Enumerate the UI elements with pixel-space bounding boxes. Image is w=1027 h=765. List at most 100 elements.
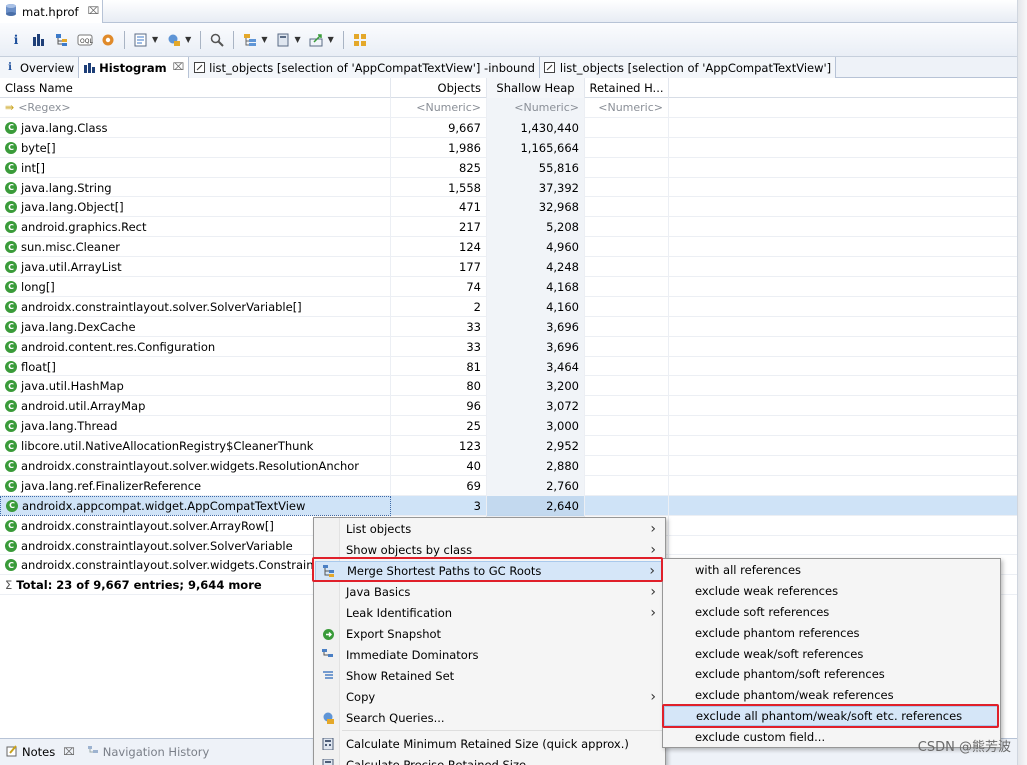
submenu-item-exclude-all-phantom-weak-soft-etc-references[interactable]: exclude all phantom/weak/soft etc. refer…	[664, 705, 999, 727]
calculator-icon[interactable]	[273, 30, 293, 50]
filter-row: ⇛ <Regex> <Numeric> <Numeric> <Numeric>	[0, 98, 1017, 118]
search-icon[interactable]	[207, 30, 227, 50]
menu-item-leak-identification[interactable]: Leak Identification ›	[315, 603, 664, 624]
table-row[interactable]: Cint[] 825 55,816	[0, 157, 1017, 178]
shallow-heap-cell-text: 4,168	[546, 279, 579, 294]
column-header-shallow-heap[interactable]: Shallow Heap	[487, 78, 585, 98]
table-row[interactable]: Cjava.lang.Thread 25 3,000	[0, 416, 1017, 437]
table-row[interactable]: Cbyte[] 1,986 1,165,664	[0, 137, 1017, 158]
table-row[interactable]: Cjava.lang.Class 9,667 1,430,440	[0, 117, 1017, 138]
svg-text:OQL: OQL	[80, 38, 93, 45]
menu-item-show-objects-by-class[interactable]: Show objects by class ›	[315, 540, 664, 561]
table-row[interactable]: Candroid.graphics.Rect 217 5,208	[0, 217, 1017, 238]
dominator-tree-icon[interactable]	[52, 30, 72, 50]
menu-item-list-objects[interactable]: List objects ›	[315, 519, 664, 540]
row-filler	[669, 237, 1017, 257]
heap-dump-overview-icon[interactable]	[98, 30, 118, 50]
column-header-class-name[interactable]: Class Name	[0, 78, 391, 98]
table-row[interactable]: Candroid.content.res.Configuration 33 3,69…	[0, 336, 1017, 357]
table-row[interactable]: Candroidx.constraintlayout.solver.Solver…	[0, 296, 1017, 317]
compare-icon[interactable]	[350, 30, 370, 50]
column-header-objects[interactable]: Objects	[391, 78, 487, 98]
submenu-item-exclude-weak-references[interactable]: exclude weak references	[664, 581, 999, 602]
class-name-cell-text: java.lang.Object[]	[21, 200, 124, 215]
menu-item-calculate-minimum-retained-size-quick-approx[interactable]: Calculate Minimum Retained Size (quick a…	[315, 734, 664, 755]
tab-histogram[interactable]: Histogram ⌧	[79, 57, 190, 78]
submenu-item-exclude-soft-references[interactable]: exclude soft references	[664, 602, 999, 623]
table-row[interactable]: Clong[] 74 4,168	[0, 277, 1017, 297]
table-row[interactable]: Clibcore.util.NativeAllocationRegistry$C…	[0, 436, 1017, 457]
objects-cell: 177	[391, 257, 487, 278]
shallow-filter-input[interactable]: <Numeric>	[487, 98, 585, 118]
editor-tab-mat-hprof[interactable]: mat.hprof ⌧	[0, 0, 103, 23]
tab-list-objects[interactable]: list_objects [selection of 'AppCompatTex…	[539, 57, 837, 78]
class-name-cell: Candroid.graphics.Rect	[0, 217, 391, 238]
close-icon[interactable]: ⌧	[88, 6, 100, 17]
submenu-item-exclude-phantom-soft-references[interactable]: exclude phantom/soft references	[664, 664, 999, 685]
retained-filter-input[interactable]: <Numeric>	[585, 98, 669, 118]
table-row[interactable]: Cjava.util.HashMap 80 3,200	[0, 376, 1017, 397]
objects-filter-input[interactable]: <Numeric>	[391, 98, 487, 118]
table-row[interactable]: Cjava.lang.Object[] 471 32,968	[0, 197, 1017, 218]
submenu-item-exclude-phantom-references[interactable]: exclude phantom references	[664, 622, 999, 643]
retained-heap-cell	[585, 177, 669, 198]
overview-info-icon[interactable]: i	[6, 30, 26, 50]
tab-navigation-history[interactable]: Navigation History	[81, 740, 216, 764]
chevron-down-icon[interactable]: ▼	[152, 35, 158, 44]
menu-item-merge-shortest-paths-to-gc-roots[interactable]: Merge Shortest Paths to GC Roots ›	[315, 561, 664, 582]
histogram-icon[interactable]	[29, 30, 49, 50]
shallow-heap-cell-text: 1,430,440	[520, 120, 579, 135]
shallow-heap-cell: 4,160	[487, 296, 585, 317]
shallow-heap-cell: 2,952	[487, 436, 585, 457]
chevron-down-icon[interactable]: ▼	[261, 35, 267, 44]
shallow-heap-cell-text: 5,208	[546, 220, 579, 235]
shallow-heap-cell-text: 3,464	[546, 359, 579, 374]
table-row[interactable]: Candroid.util.ArrayMap 96 3,072	[0, 396, 1017, 417]
submenu-item-exclude-weak-soft-references[interactable]: exclude weak/soft references	[664, 643, 999, 664]
toolbar-separator	[342, 30, 344, 49]
table-row[interactable]: Candroidx.appcompat.widget.AppCompatText…	[0, 495, 1017, 516]
table-row[interactable]: Cjava.util.ArrayList 177 4,248	[0, 257, 1017, 278]
menu-item-export-snapshot[interactable]: Export Snapshot	[315, 624, 664, 645]
chevron-down-icon[interactable]: ▼	[328, 35, 334, 44]
objects-cell-text: 9,667	[448, 120, 481, 135]
menu-item-immediate-dominators[interactable]: Immediate Dominators	[315, 645, 664, 666]
row-filler	[669, 376, 1017, 396]
objects-cell-text: 217	[459, 220, 481, 235]
close-icon[interactable]: ⌧	[63, 747, 75, 758]
export-icon[interactable]	[307, 30, 327, 50]
menu-item-search-queries[interactable]: Search Queries...	[315, 708, 664, 729]
menu-item-java-basics[interactable]: Java Basics ›	[315, 582, 664, 603]
submenu-item-exclude-phantom-weak-references[interactable]: exclude phantom/weak references	[664, 685, 999, 706]
close-icon[interactable]: ⌧	[173, 62, 185, 73]
objects-cell-text: 69	[466, 478, 481, 493]
objects-cell: 69	[391, 475, 487, 496]
table-row[interactable]: Cjava.lang.DexCache 33 3,696	[0, 316, 1017, 337]
table-row[interactable]: Candroidx.constraintlayout.solver.widget…	[0, 456, 1017, 476]
menu-item-label: Leak Identification	[346, 606, 453, 621]
row-filler	[669, 456, 1017, 476]
query-browser-icon[interactable]	[164, 30, 184, 50]
tab-list-objects-inbound[interactable]: list_objects [selection of 'AppCompatTex…	[189, 57, 540, 78]
table-row[interactable]: Cjava.lang.ref.FinalizerReference 69 2,760	[0, 475, 1017, 496]
column-header-retained-heap[interactable]: Retained H...	[585, 78, 669, 98]
group-by-icon[interactable]	[240, 30, 260, 50]
menu-item-copy[interactable]: Copy ›	[315, 687, 664, 708]
table-row[interactable]: Csun.misc.Cleaner 124 4,960	[0, 237, 1017, 258]
shallow-heap-cell: 3,000	[487, 416, 585, 437]
menu-item-show-retained-set[interactable]: Show Retained Set	[315, 666, 664, 687]
calculator-icon	[315, 759, 341, 765]
table-row[interactable]: Cjava.lang.String 1,558 37,392	[0, 177, 1017, 198]
chevron-down-icon[interactable]: ▼	[185, 35, 191, 44]
objects-cell-text: 74	[466, 279, 481, 294]
class-name-cell: Cjava.lang.ref.FinalizerReference	[0, 475, 391, 496]
tab-notes[interactable]: Notes ⌧	[0, 740, 81, 764]
tab-overview[interactable]: i Overview	[0, 57, 80, 78]
run-report-icon[interactable]	[131, 30, 151, 50]
oql-icon[interactable]: OQL	[75, 30, 95, 50]
submenu-item-with-all-references[interactable]: with all references	[664, 560, 999, 581]
table-row[interactable]: Cfloat[] 81 3,464	[0, 356, 1017, 377]
menu-item-calculate-precise-retained-size[interactable]: Calculate Precise Retained Size	[315, 755, 664, 765]
chevron-down-icon[interactable]: ▼	[294, 35, 300, 44]
regex-filter-input[interactable]: ⇛ <Regex>	[0, 98, 391, 118]
